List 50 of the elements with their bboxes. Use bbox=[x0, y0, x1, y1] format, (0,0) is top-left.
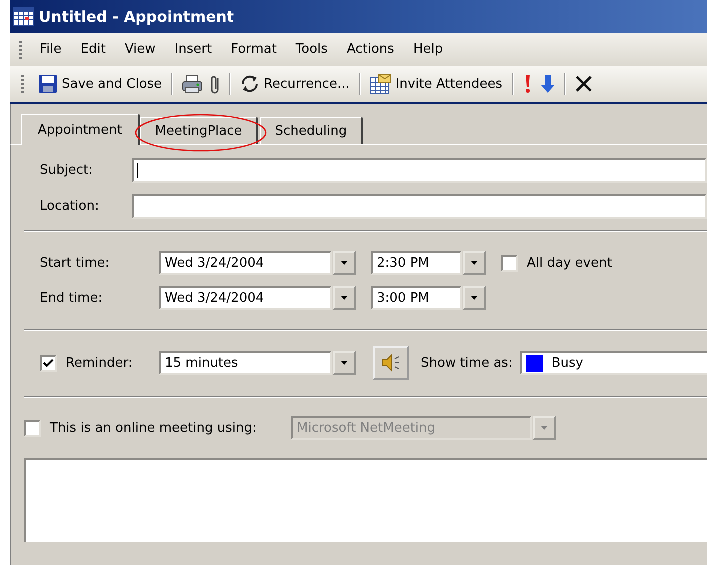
field-label: End time: bbox=[40, 290, 104, 306]
notes-field[interactable] bbox=[24, 458, 707, 542]
dropdown-button[interactable] bbox=[333, 351, 356, 375]
menu-item[interactable]: Help bbox=[405, 40, 452, 59]
location-field[interactable] bbox=[132, 194, 707, 219]
checkbox[interactable] bbox=[501, 254, 518, 272]
tab[interactable]: Appointment bbox=[21, 114, 140, 145]
toolbar-button[interactable]: Save and Close bbox=[34, 71, 166, 97]
checkbox-label: All day event bbox=[527, 256, 612, 270]
field-label: Show time as: bbox=[421, 356, 513, 370]
dropdown-button[interactable] bbox=[333, 286, 356, 310]
menu-item[interactable]: Tools bbox=[288, 40, 336, 59]
menu-item[interactable]: Insert bbox=[166, 40, 220, 59]
tab[interactable]: Scheduling bbox=[260, 117, 364, 144]
calendar-envelope-icon bbox=[370, 74, 392, 94]
speaker-icon bbox=[381, 353, 401, 373]
delete-icon bbox=[574, 75, 593, 93]
subject-field[interactable] bbox=[132, 158, 707, 183]
calendar-icon bbox=[13, 6, 35, 28]
dropdown-button[interactable] bbox=[333, 251, 356, 275]
checkbox[interactable] bbox=[40, 354, 57, 372]
sound-button[interactable] bbox=[373, 346, 409, 380]
menu-item[interactable]: Edit bbox=[72, 40, 114, 59]
checkmark-icon bbox=[43, 358, 54, 368]
window-title: Untitled - Appointment bbox=[39, 8, 234, 26]
menu-item[interactable]: File bbox=[32, 40, 70, 59]
down-arrow-icon bbox=[540, 74, 555, 94]
time-field[interactable]: 3:00 PM bbox=[371, 286, 462, 310]
toolbar-button[interactable]: Recurrence... bbox=[236, 71, 354, 97]
time-field[interactable]: 2:30 PM bbox=[371, 251, 462, 275]
show-time-as-field[interactable]: Busy bbox=[520, 351, 707, 375]
dropdown-button[interactable] bbox=[463, 286, 486, 310]
tab[interactable]: MeetingPlace bbox=[140, 117, 258, 144]
menu-item[interactable]: View bbox=[116, 40, 164, 59]
circular-arrows-icon bbox=[240, 74, 260, 94]
printer-icon bbox=[182, 74, 204, 94]
date-field[interactable]: Wed 3/24/2004 bbox=[159, 251, 332, 275]
field-label: Subject: bbox=[40, 163, 94, 178]
menu-item[interactable]: Format bbox=[223, 40, 285, 59]
text-cursor bbox=[137, 163, 138, 178]
field-label: Start time: bbox=[40, 256, 111, 270]
date-field[interactable]: Wed 3/24/2004 bbox=[159, 286, 332, 310]
reminder-field[interactable]: 15 minutes bbox=[159, 351, 332, 375]
checkbox-label: Reminder: bbox=[66, 356, 133, 370]
toolbar-button[interactable]: Invite Attendees bbox=[366, 70, 507, 98]
checkbox-label: This is an online meeting using: bbox=[50, 420, 257, 436]
dropdown-button[interactable] bbox=[463, 251, 486, 275]
field-label: Location: bbox=[40, 199, 100, 214]
menu-item[interactable]: Actions bbox=[338, 40, 402, 59]
paperclip-icon bbox=[211, 74, 220, 94]
